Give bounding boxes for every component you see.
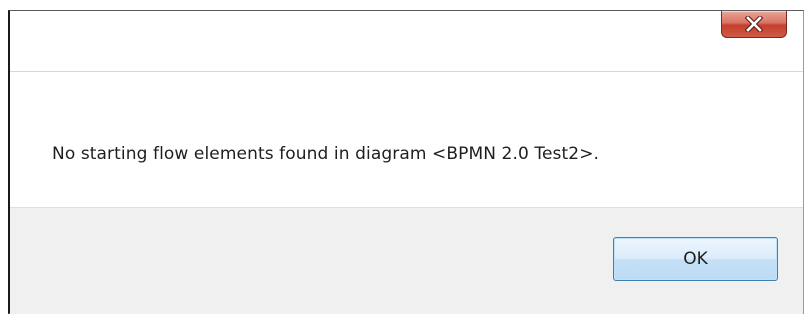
close-icon <box>745 16 763 32</box>
dialog-content: No starting flow elements found in diagr… <box>10 72 803 207</box>
message-dialog: No starting flow elements found in diagr… <box>8 10 804 314</box>
title-bar <box>10 11 803 71</box>
close-button[interactable] <box>721 11 787 38</box>
ok-button[interactable]: OK <box>613 237 778 281</box>
dialog-message: No starting flow elements found in diagr… <box>52 144 600 164</box>
dialog-footer: OK <box>10 207 803 314</box>
